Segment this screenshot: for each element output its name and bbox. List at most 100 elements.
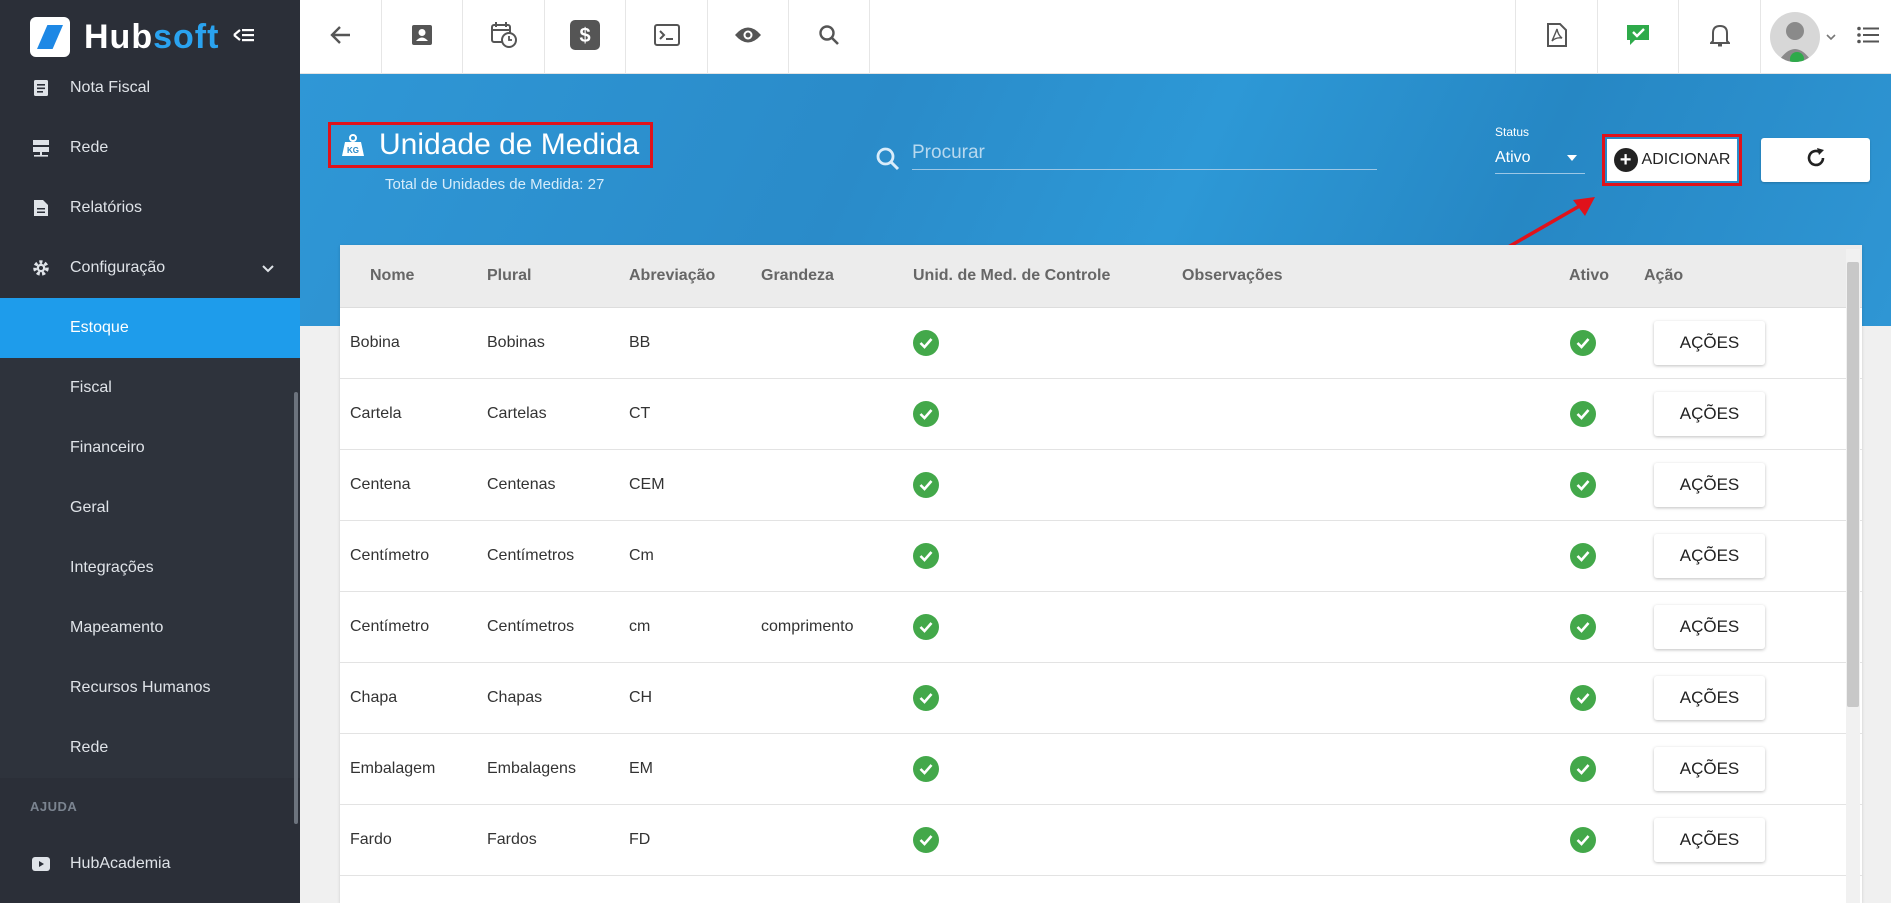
svg-text:$: $ bbox=[579, 25, 590, 47]
table-row[interactable]: Fardo Fardos FD AÇÕES bbox=[340, 805, 1862, 876]
sidebar-scrollbar[interactable] bbox=[294, 392, 298, 824]
table-row[interactable]: Centímetro Centímetros Cm AÇÕES bbox=[340, 521, 1862, 592]
sidebar-subitem-fiscal[interactable]: Fiscal bbox=[0, 358, 300, 418]
acoes-button[interactable]: AÇÕES bbox=[1654, 321, 1765, 365]
check-circle-icon bbox=[1570, 685, 1596, 711]
sidebar-subitem-estoque[interactable]: Estoque bbox=[0, 298, 300, 358]
cell-nome: Fardo bbox=[350, 831, 392, 848]
pdf-icon bbox=[1546, 22, 1567, 52]
main-menu-button[interactable] bbox=[1844, 0, 1891, 74]
table-row[interactable]: Bobina Bobinas BB AÇÕES bbox=[340, 308, 1862, 379]
sidebar-subitem-mapeamento[interactable]: Mapeamento bbox=[0, 598, 300, 658]
table-row[interactable]: Embalagem Embalagens EM AÇÕES bbox=[340, 734, 1862, 805]
refresh-button[interactable] bbox=[1761, 138, 1870, 182]
sidebar-section-ajuda: AJUDA bbox=[30, 798, 78, 814]
sidebar-item-label: HubAcademia bbox=[70, 855, 171, 872]
col-header-abreviacao[interactable]: Abreviação bbox=[629, 267, 715, 285]
sidebar-item-label: Relatórios bbox=[70, 199, 143, 216]
sidebar-subitem-geral[interactable]: Geral bbox=[0, 478, 300, 538]
collapse-sidebar-icon[interactable] bbox=[233, 24, 255, 50]
pdf-button[interactable] bbox=[1515, 0, 1597, 74]
cell-plural: Chapas bbox=[487, 689, 543, 706]
cell-nome: Embalagem bbox=[350, 760, 436, 777]
check-circle-icon bbox=[1570, 543, 1596, 569]
hubsoft-logo-icon bbox=[30, 17, 70, 57]
col-header-controle[interactable]: Unid. de Med. de Controle bbox=[913, 267, 1110, 285]
search-input[interactable] bbox=[912, 136, 1377, 170]
table-row[interactable]: Cartela Cartelas CT AÇÕES bbox=[340, 379, 1862, 450]
server-icon bbox=[30, 137, 52, 159]
eye-icon bbox=[734, 26, 762, 49]
sidebar-subitem-rede[interactable]: Rede bbox=[0, 718, 300, 778]
col-header-grandeza[interactable]: Grandeza bbox=[761, 267, 834, 285]
contact-card-icon bbox=[411, 24, 433, 51]
check-circle-icon bbox=[1570, 614, 1596, 640]
acoes-button[interactable]: AÇÕES bbox=[1654, 676, 1765, 720]
menu-icon bbox=[1856, 26, 1879, 49]
sidebar-subitem-financeiro[interactable]: Financeiro bbox=[0, 418, 300, 478]
sidebar-subitem-integracoes[interactable]: Integrações bbox=[0, 538, 300, 598]
sidebar-item-rede[interactable]: Rede bbox=[0, 118, 300, 178]
table-scrollbar[interactable] bbox=[1847, 262, 1859, 707]
acoes-button[interactable]: AÇÕES bbox=[1654, 392, 1765, 436]
caret-down-icon bbox=[1567, 155, 1577, 161]
check-circle-icon bbox=[913, 330, 939, 356]
page-subtitle: Total de Unidades de Medida: 27 bbox=[385, 176, 605, 193]
check-circle-icon bbox=[1570, 330, 1596, 356]
table-body: Bobina Bobinas BB AÇÕES Cartela Cartelas CT AÇÕ… bbox=[340, 308, 1862, 876]
refresh-icon bbox=[1804, 146, 1828, 175]
cell-nome: Bobina bbox=[350, 334, 400, 351]
acoes-button[interactable]: AÇÕES bbox=[1654, 605, 1765, 649]
search-button[interactable] bbox=[789, 0, 870, 74]
cell-nome: Centena bbox=[350, 476, 411, 493]
cell-nome: Cartela bbox=[350, 405, 402, 422]
add-button[interactable]: + ADICIONAR bbox=[1607, 139, 1737, 181]
page-title: Unidade de Medida bbox=[379, 128, 640, 161]
sidebar-item-configuracao[interactable]: Configuração bbox=[0, 238, 300, 298]
table-row[interactable]: Centena Centenas CEM AÇÕES bbox=[340, 450, 1862, 521]
table-row[interactable]: Chapa Chapas CH AÇÕES bbox=[340, 663, 1862, 734]
search-icon bbox=[875, 146, 901, 177]
table-row[interactable]: Centímetro Centímetros cm comprimento AÇÕES bbox=[340, 592, 1862, 663]
cell-plural: Centímetros bbox=[487, 618, 575, 635]
sidebar-subitem-recursos-humanos[interactable]: Recursos Humanos bbox=[0, 658, 300, 718]
check-circle-icon bbox=[913, 401, 939, 427]
status-value: Ativo bbox=[1495, 148, 1531, 166]
notifications-button[interactable] bbox=[1678, 0, 1760, 74]
cell-plural: Bobinas bbox=[487, 334, 545, 351]
check-circle-icon bbox=[913, 472, 939, 498]
cell-nome: Centímetro bbox=[350, 618, 430, 635]
chat-check-icon bbox=[1625, 23, 1651, 52]
cell-abreviacao: Cm bbox=[629, 547, 654, 564]
view-button[interactable] bbox=[708, 0, 789, 74]
col-header-observacoes[interactable]: Observações bbox=[1182, 267, 1283, 285]
col-header-nome[interactable]: Nome bbox=[370, 267, 414, 285]
contacts-button[interactable] bbox=[382, 0, 463, 74]
sidebar-item-nota-fiscal[interactable]: Nota Fiscal bbox=[0, 58, 300, 118]
user-menu[interactable] bbox=[1760, 0, 1844, 74]
terminal-button[interactable] bbox=[626, 0, 708, 74]
acoes-button[interactable]: AÇÕES bbox=[1654, 463, 1765, 507]
col-header-plural[interactable]: Plural bbox=[487, 267, 531, 285]
terminal-icon bbox=[653, 23, 680, 51]
svg-text:KG: KG bbox=[347, 146, 359, 155]
cell-abreviacao: CEM bbox=[629, 476, 665, 493]
back-button[interactable] bbox=[300, 0, 382, 74]
bell-icon bbox=[1708, 23, 1731, 52]
plus-circle-icon: + bbox=[1613, 148, 1638, 172]
finance-button[interactable]: $ bbox=[545, 0, 626, 74]
table-header: Nome Plural Abreviação Grandeza Unid. de… bbox=[340, 245, 1862, 308]
acoes-button[interactable]: AÇÕES bbox=[1654, 747, 1765, 791]
col-header-acao: Ação bbox=[1644, 267, 1684, 284]
tasks-button[interactable] bbox=[1597, 0, 1678, 74]
acoes-button[interactable]: AÇÕES bbox=[1654, 818, 1765, 862]
sidebar-item-relatorios[interactable]: Relatórios bbox=[0, 178, 300, 238]
cell-abreviacao: EM bbox=[629, 760, 653, 777]
status-select[interactable]: Ativo bbox=[1495, 142, 1585, 174]
avatar bbox=[1769, 12, 1820, 62]
col-header-ativo[interactable]: Ativo bbox=[1569, 267, 1609, 285]
acoes-button[interactable]: AÇÕES bbox=[1654, 534, 1765, 578]
chevron-down-icon bbox=[1825, 28, 1836, 46]
sidebar-item-hubacademia[interactable]: HubAcademia bbox=[0, 834, 300, 894]
schedule-button[interactable] bbox=[463, 0, 545, 74]
